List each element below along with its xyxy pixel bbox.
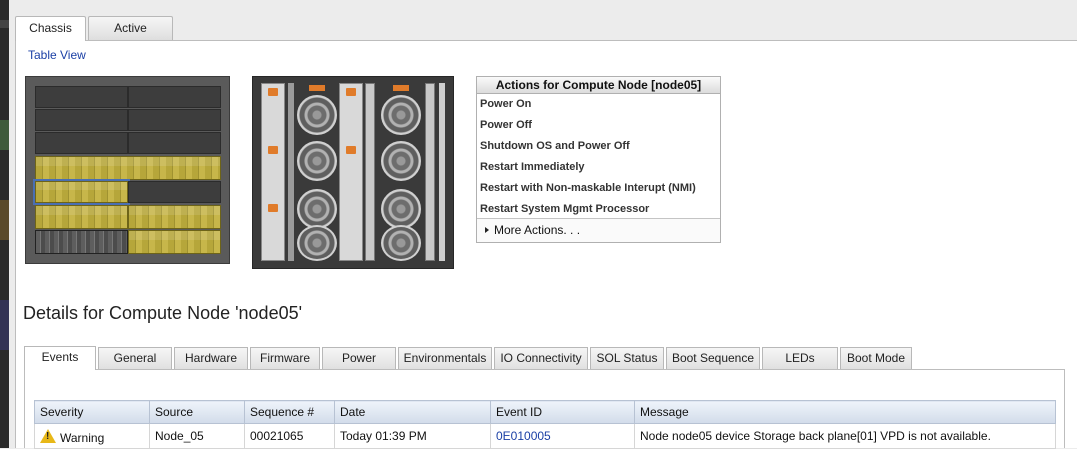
action-restart-nmi[interactable]: Restart with Non-maskable Interupt (NMI) [477, 178, 720, 199]
cell-message: Node node05 device Storage back plane[01… [634, 423, 1056, 449]
top-tab-bar: Chassis Active Events [15, 16, 175, 58]
edge-block [0, 200, 9, 240]
action-restart-sys-mgmt[interactable]: Restart System Mgmt Processor [477, 199, 720, 220]
psu-handle [268, 204, 278, 212]
details-title: Details for Compute Node 'node05' [23, 303, 303, 323]
bay-empty[interactable] [128, 86, 221, 108]
compute-node-double[interactable] [35, 156, 221, 180]
chassis-rail [288, 83, 294, 261]
cell-sequence: 00021065 [244, 423, 335, 449]
io-module[interactable] [365, 83, 375, 261]
node-shine [36, 182, 127, 190]
cell-source: Node_05 [149, 423, 245, 449]
action-restart-immediately[interactable]: Restart Immediately [477, 157, 720, 178]
warning-icon [40, 428, 56, 443]
expand-triangle-icon [485, 227, 489, 233]
chassis-front-image [25, 76, 230, 264]
power-supply[interactable] [261, 83, 285, 261]
psu-handle [268, 146, 278, 154]
col-event-id[interactable]: Event ID [490, 400, 635, 424]
compute-node-node05[interactable] [33, 179, 130, 205]
fan-icon[interactable] [297, 225, 337, 261]
compute-node[interactable] [128, 205, 221, 229]
io-module[interactable] [425, 83, 435, 261]
more-actions-label: More Actions. . . [494, 223, 581, 237]
bay-empty[interactable] [128, 181, 221, 203]
fan-icon[interactable] [381, 95, 421, 135]
adjacent-window-edge [0, 0, 9, 448]
cell-date: Today 01:39 PM [334, 423, 491, 449]
fan-latch [393, 85, 409, 91]
table-view-link[interactable]: Table View [28, 48, 86, 62]
bay-empty[interactable] [35, 132, 128, 154]
chassis-rail [439, 83, 445, 261]
storage-node[interactable] [35, 230, 128, 254]
tab-power[interactable]: Power [322, 347, 396, 369]
tab-firmware[interactable]: Firmware [250, 347, 320, 369]
fan-icon[interactable] [297, 141, 337, 181]
bay-empty[interactable] [128, 109, 221, 131]
chassis-rear-image [252, 76, 454, 269]
col-sequence[interactable]: Sequence # [244, 400, 335, 424]
fan-latch [309, 85, 325, 91]
tab-active-events[interactable]: Active Events [88, 16, 173, 58]
severity-label: Warning [60, 430, 105, 445]
psu-handle [346, 88, 356, 96]
psu-handle [268, 88, 278, 96]
col-severity[interactable]: Severity [34, 400, 150, 424]
fan-icon[interactable] [381, 141, 421, 181]
bay-empty[interactable] [128, 132, 221, 154]
edge-block [0, 300, 9, 350]
edge-block [0, 20, 9, 28]
node-shine [129, 206, 220, 215]
tab-leds[interactable]: LEDs [762, 347, 838, 369]
cell-severity: Warning [34, 423, 150, 449]
events-table: Severity Source Sequence # Date Event ID… [34, 400, 1056, 449]
psu-handle [346, 146, 356, 154]
bay-empty[interactable] [35, 86, 128, 108]
tab-chassis[interactable]: Chassis [15, 16, 86, 41]
tab-hardware[interactable]: Hardware [174, 347, 248, 369]
tab-general[interactable]: General [98, 347, 172, 369]
col-date[interactable]: Date [334, 400, 491, 424]
node-shine [36, 206, 127, 215]
tab-events[interactable]: Events [24, 346, 96, 370]
tab-io-connectivity[interactable]: IO Connectivity [494, 347, 588, 369]
fan-icon[interactable] [297, 95, 337, 135]
tab-environmentals[interactable]: Environmentals [398, 347, 492, 369]
bay-empty[interactable] [35, 109, 128, 131]
compute-node[interactable] [35, 205, 128, 229]
action-power-on[interactable]: Power On [477, 94, 720, 115]
tab-boot-sequence[interactable]: Boot Sequence [666, 347, 760, 369]
compute-node[interactable] [128, 230, 221, 254]
event-id-link[interactable]: 0E010005 [490, 423, 635, 449]
col-source[interactable]: Source [149, 400, 245, 424]
power-supply[interactable] [339, 83, 363, 261]
action-power-off[interactable]: Power Off [477, 115, 720, 136]
actions-header: Actions for Compute Node [node05] [477, 77, 720, 94]
actions-panel: Actions for Compute Node [node05] Power … [476, 76, 721, 243]
more-actions-button[interactable]: More Actions. . . [477, 218, 720, 242]
fan-icon[interactable] [381, 189, 421, 229]
tab-boot-mode[interactable]: Boot Mode [840, 347, 912, 369]
fan-icon[interactable] [381, 225, 421, 261]
table-header-row: Severity Source Sequence # Date Event ID… [34, 400, 1056, 424]
node-shine [129, 231, 220, 240]
edge-block [0, 120, 9, 150]
col-message[interactable]: Message [634, 400, 1056, 424]
action-shutdown-os[interactable]: Shutdown OS and Power Off [477, 136, 720, 157]
node-shine [36, 157, 220, 166]
fan-icon[interactable] [297, 189, 337, 229]
tab-sol-status[interactable]: SOL Status [590, 347, 664, 369]
table-row[interactable]: Warning Node_05 00021065 Today 01:39 PM … [34, 423, 1056, 449]
